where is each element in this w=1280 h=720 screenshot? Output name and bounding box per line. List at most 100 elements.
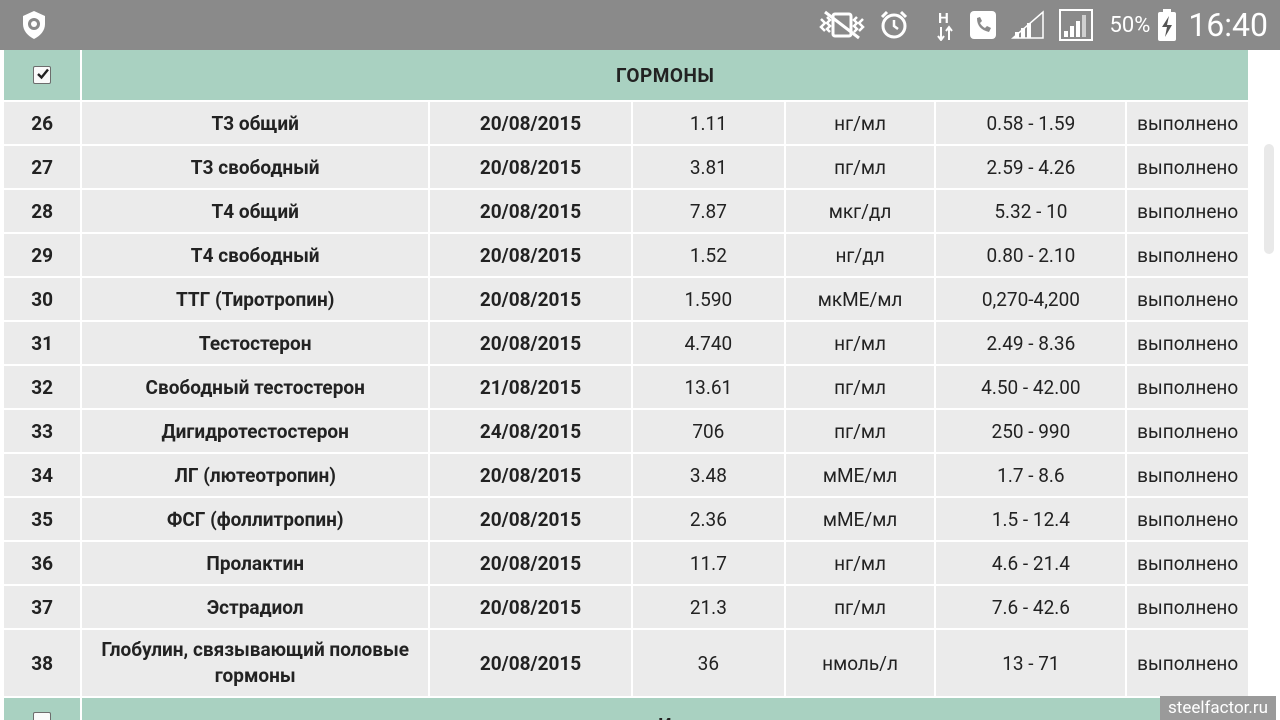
test-name-line-1: Глобулин, связывающий половые	[101, 638, 409, 661]
data-transfer-icon: H	[935, 9, 955, 41]
test-name: Пролактин	[82, 542, 429, 584]
next-group-checkbox[interactable]	[33, 712, 52, 720]
watermark: steelfactor.ru	[1160, 696, 1276, 720]
table-row: 29 Т4 свободный 20/08/2015 1.52 нг/дл 0.80 - …	[4, 234, 1248, 276]
status-text: выполнено	[1127, 410, 1248, 452]
test-date: 20/08/2015	[430, 630, 631, 696]
test-name: Свободный тестостерон	[82, 366, 429, 408]
battery-percent: 50%	[1109, 12, 1151, 38]
table-row: 36 Пролактин 20/08/2015 11.7 нг/мл 4.6 - 21.4…	[4, 542, 1248, 584]
battery-charging-icon	[1156, 9, 1178, 41]
test-name: ЛГ (лютеотропин)	[82, 454, 429, 496]
next-group-checkbox-cell	[4, 698, 81, 720]
test-name: ТТГ (Тиротропин)	[82, 278, 429, 320]
reference-range: 1.7 - 8.6	[936, 454, 1126, 496]
result-unit: мМЕ/мл	[785, 498, 935, 540]
status-text: выполнено	[1127, 234, 1248, 276]
reference-range: 4.50 - 42.00	[936, 366, 1126, 408]
result-value: 4.740	[633, 322, 784, 364]
result-unit: нг/мл	[785, 542, 935, 584]
clock: 16:40	[1188, 6, 1268, 44]
table-row: 26 Т3 общий 20/08/2015 1.11 нг/мл 0.58 - 1.59…	[4, 102, 1248, 144]
test-date: 20/08/2015	[430, 498, 631, 540]
scrollbar[interactable]	[1252, 50, 1280, 720]
result-value: 1.590	[633, 278, 784, 320]
test-date: 20/08/2015	[430, 234, 631, 276]
table-row: 32 Свободный тестостерон 21/08/2015 13.61 пг…	[4, 366, 1248, 408]
result-unit: нг/мл	[785, 102, 935, 144]
vibrate-icon	[819, 9, 866, 41]
row-number: 36	[4, 542, 81, 584]
reference-range: 2.59 - 4.26	[936, 146, 1126, 188]
status-text: выполнено	[1127, 190, 1248, 232]
status-bar: H 50% 16:40	[0, 0, 1280, 50]
result-value: 2.36	[633, 498, 784, 540]
test-name: Т4 общий	[82, 190, 429, 232]
row-number: 30	[4, 278, 81, 320]
table-row: 28 Т4 общий 20/08/2015 7.87 мкг/дл 5.32 - 10 в…	[4, 190, 1248, 232]
reference-range: 250 - 990	[936, 410, 1126, 452]
test-name: Тестостерон	[82, 322, 429, 364]
row-number: 29	[4, 234, 81, 276]
result-unit: пг/мл	[785, 410, 935, 452]
result-value: 706	[633, 410, 784, 452]
result-unit: нг/мл	[785, 322, 935, 364]
reference-range: 5.32 - 10	[936, 190, 1126, 232]
app-shield-icon	[18, 9, 50, 41]
test-name: Глобулин, связывающий половые гормоны	[82, 630, 429, 696]
test-name: Т4 свободный	[82, 234, 429, 276]
results-table: ГОРМОНЫ 26 Т3 общий 20/08/2015 1.11 нг/мл 0.5…	[2, 50, 1250, 720]
test-date: 20/08/2015	[430, 586, 631, 628]
test-name: Эстрадиол	[82, 586, 429, 628]
result-value: 11.7	[633, 542, 784, 584]
status-text: выполнено	[1127, 146, 1248, 188]
row-number: 38	[4, 630, 81, 696]
test-date: 20/08/2015	[430, 278, 631, 320]
alarm-icon	[879, 9, 909, 41]
test-date: 20/08/2015	[430, 454, 631, 496]
result-unit: мкг/дл	[785, 190, 935, 232]
table-row: 37 Эстрадиол 20/08/2015 21.3 пг/мл 7.6 - 42.6…	[4, 586, 1248, 628]
status-text: выполнено	[1127, 586, 1248, 628]
result-value: 1.11	[633, 102, 784, 144]
status-text: выполнено	[1127, 630, 1248, 696]
status-text: выполнено	[1127, 454, 1248, 496]
row-number: 32	[4, 366, 81, 408]
reference-range: 4.6 - 21.4	[936, 542, 1126, 584]
test-date: 20/08/2015	[430, 102, 631, 144]
result-unit: пг/мл	[785, 366, 935, 408]
result-unit: мкМЕ/мл	[785, 278, 935, 320]
reference-range: 0.80 - 2.10	[936, 234, 1126, 276]
group-checkbox[interactable]	[33, 65, 52, 84]
row-number: 31	[4, 322, 81, 364]
row-number: 28	[4, 190, 81, 232]
row-number: 37	[4, 586, 81, 628]
next-group-header-row: И	[4, 698, 1248, 720]
table-row: 34 ЛГ (лютеотропин) 20/08/2015 3.48 мМЕ/мл 1.…	[4, 454, 1248, 496]
result-value: 7.87	[633, 190, 784, 232]
group-header-row: ГОРМОНЫ	[4, 50, 1248, 100]
result-value: 36	[633, 630, 784, 696]
status-text: выполнено	[1127, 278, 1248, 320]
result-unit: нмоль/л	[785, 630, 935, 696]
test-name: ФСГ (фоллитропин)	[82, 498, 429, 540]
test-date: 20/08/2015	[430, 190, 631, 232]
result-value: 21.3	[633, 586, 784, 628]
result-unit: мМЕ/мл	[785, 454, 935, 496]
reference-range: 7.6 - 42.6	[936, 586, 1126, 628]
test-date: 21/08/2015	[430, 366, 631, 408]
scrollbar-thumb[interactable]	[1264, 144, 1274, 254]
reference-range: 0,270-4,200	[936, 278, 1126, 320]
row-number: 35	[4, 498, 81, 540]
result-value: 13.61	[633, 366, 784, 408]
status-text: выполнено	[1127, 322, 1248, 364]
table-row: 35 ФСГ (фоллитропин) 20/08/2015 2.36 мМЕ/мл 1…	[4, 498, 1248, 540]
test-name: Дигидротестостерон	[82, 410, 429, 452]
phone-icon	[969, 9, 997, 41]
result-unit: нг/дл	[785, 234, 935, 276]
result-value: 3.81	[633, 146, 784, 188]
group-checkbox-cell	[4, 50, 81, 100]
result-unit: пг/мл	[785, 146, 935, 188]
table-row: 27 Т3 свободный 20/08/2015 3.81 пг/мл 2.59 - …	[4, 146, 1248, 188]
signal-icon-2	[1059, 9, 1094, 41]
